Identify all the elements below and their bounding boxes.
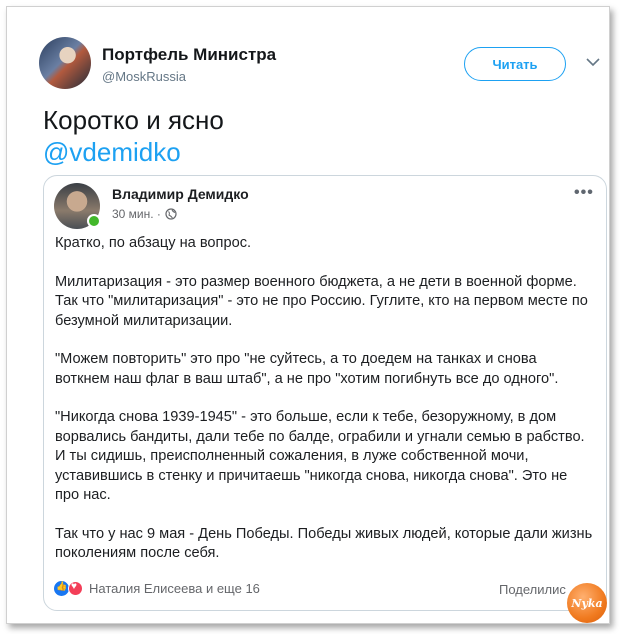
love-reaction-icon <box>68 581 83 596</box>
post-paragraph: Так что у нас 9 мая - День Победы. Побед… <box>55 525 593 562</box>
follow-button[interactable]: Читать <box>464 47 566 81</box>
like-reaction-icon <box>54 581 69 596</box>
post-author-name[interactable]: Владимир Демидко <box>112 186 249 202</box>
more-options-icon[interactable]: ••• <box>574 184 594 202</box>
post-paragraph: Милитаризация - это размер военного бюдж… <box>55 273 588 329</box>
watermark-text: Nyka <box>571 596 603 610</box>
post-paragraph: "Можем повторить" это про "не суйтесь, а… <box>55 351 559 387</box>
globe-icon <box>165 208 177 220</box>
author-handle[interactable]: @MoskRussia <box>102 69 186 84</box>
chevron-down-icon[interactable] <box>586 57 600 67</box>
author-name[interactable]: Портфель Министра <box>102 45 276 65</box>
post-body: Кратко, по абзацу на вопрос. Милитаризац… <box>55 234 595 583</box>
watermark-logo: Nyka <box>567 583 607 623</box>
post-meta: 30 мин. · <box>112 207 177 221</box>
reactions-text[interactable]: Наталия Елисеева и еще 16 <box>89 581 260 596</box>
post-paragraph: Кратко, по абзацу на вопрос. <box>55 235 252 251</box>
shares-count[interactable]: Поделилис <box>499 582 566 597</box>
post-paragraph: "Никогда снова 1939-1945" - это больше, … <box>55 409 585 503</box>
post-time[interactable]: 30 мин. · <box>112 207 161 221</box>
embedded-post-card[interactable]: Владимир Демидко 30 мин. · ••• Кратко, п… <box>43 175 607 611</box>
author-avatar[interactable] <box>39 37 91 89</box>
tweet-mention-link[interactable]: @vdemidko <box>43 135 181 169</box>
reactions-summary[interactable]: Наталия Елисеева и еще 16 <box>54 581 260 596</box>
online-status-indicator <box>87 214 101 228</box>
tweet-text: Коротко и ясно <box>43 105 224 135</box>
screenshot-frame: Портфель Министра @MoskRussia Читать Кор… <box>6 6 610 624</box>
